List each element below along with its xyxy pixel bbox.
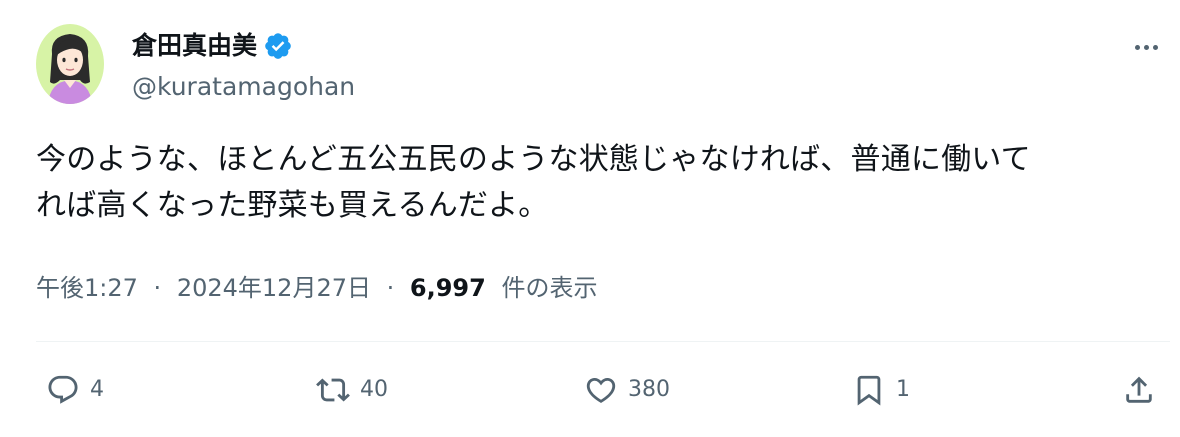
tweet-card: 倉田真由美 @kuratamagohan 今のような、ほとんど五公五民のような状…	[0, 0, 1180, 437]
more-dots-icon[interactable]	[1126, 32, 1166, 62]
heart-icon	[586, 377, 616, 403]
tweet-time[interactable]: 午後1:27	[36, 274, 138, 302]
share-button[interactable]	[1122, 370, 1156, 410]
bookmark-button[interactable]: 1	[852, 370, 910, 410]
meta-separator: ·	[153, 274, 162, 302]
tweet-text-line: れば高くなった野菜も買えるんだよ。	[36, 188, 549, 223]
divider	[36, 341, 1170, 342]
retweet-count: 40	[360, 377, 388, 402]
author-handle[interactable]: @kuratamagohan	[132, 70, 355, 104]
views-count[interactable]: 6,997	[410, 274, 486, 302]
author-display-name[interactable]: 倉田真由美	[132, 28, 257, 64]
more-dot	[1134, 44, 1140, 50]
views-label: 件の表示	[501, 274, 598, 302]
bookmark-icon	[857, 375, 881, 406]
more-dot	[1143, 44, 1149, 50]
reply-button[interactable]: 4	[46, 370, 104, 410]
tweet-text: 今のような、ほとんど五公五民のような状態じゃなければ、普通に働いて れば高くなっ…	[36, 137, 1156, 229]
avatar-illustration	[36, 24, 104, 104]
reply-count: 4	[90, 377, 104, 402]
tweet-date[interactable]: 2024年12月27日	[177, 274, 371, 302]
meta-separator: ·	[386, 274, 395, 302]
like-count: 380	[628, 377, 670, 402]
tweet-text-line: 今のような、ほとんど五公五民のような状態じゃなければ、普通に働いて	[36, 142, 1031, 177]
author-name-row: 倉田真由美	[132, 28, 293, 64]
action-bar: 4 40 380 1	[0, 360, 1180, 420]
retweet-button[interactable]: 40	[316, 370, 388, 410]
like-button[interactable]: 380	[584, 370, 670, 410]
retweet-icon	[316, 378, 350, 402]
bookmark-count: 1	[896, 377, 910, 402]
share-icon	[1126, 376, 1152, 403]
reply-icon	[48, 375, 78, 404]
verified-badge-icon[interactable]	[263, 31, 293, 61]
tweet-meta: 午後1:27 · 2024年12月27日 · 6,997 件の表示	[36, 268, 597, 308]
avatar[interactable]	[36, 24, 104, 104]
more-dot	[1152, 44, 1158, 50]
